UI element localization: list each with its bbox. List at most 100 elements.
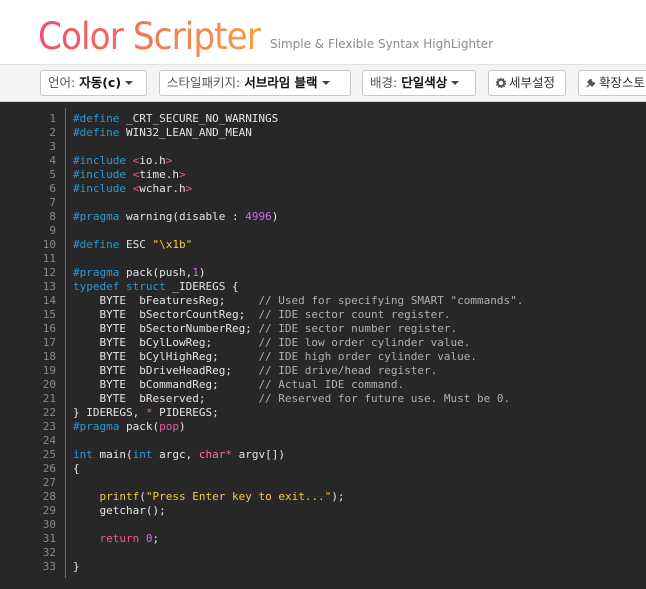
code-line: 5 #include <time.h> [0, 168, 646, 182]
code-line: 23 #pragma pack(pop) [0, 420, 646, 434]
code-token: // Reserved for future use. Must be 0. [258, 392, 511, 405]
header: Color Scripter Simple & Flexible Syntax … [0, 0, 646, 64]
code-token: argv[]) [231, 448, 285, 461]
detail-settings-label: 세부설정 [509, 75, 556, 90]
code-line: 26 { [0, 462, 646, 476]
code-token: ESC [119, 238, 153, 251]
code-line: 9 [0, 224, 646, 238]
code-text: #include <wchar.h> [73, 182, 192, 196]
code-line: 13 typedef struct _IDEREGS { [0, 280, 646, 294]
code-token: ) [178, 420, 186, 433]
code-token: getchar(); [73, 504, 166, 517]
line-number: 8 [49, 210, 56, 223]
chevron-down-icon [321, 80, 330, 85]
code-text: BYTE bCylHighReg; // IDE high order cyli… [73, 350, 477, 364]
line-number: 10 [42, 238, 56, 251]
style-package-select[interactable]: 스타일패키지: 서브라임 블랙 [159, 70, 351, 96]
detail-settings-button[interactable]: 세부설정 [488, 70, 566, 96]
line-number: 2 [49, 126, 56, 139]
line-number: 21 [42, 392, 56, 405]
code-line: 12 #pragma pack(push,1) [0, 266, 646, 280]
code-line: 15 BYTE bSectorCountReg; // IDE sector c… [0, 308, 646, 322]
line-number: 32 [42, 546, 56, 559]
code-token: BYTE bDriveHeadReg; [73, 364, 259, 377]
code-token: #include [73, 182, 126, 195]
code-text: typedef struct _IDEREGS { [73, 280, 239, 294]
gear-icon [496, 77, 506, 88]
code-line: 31 return 0; [0, 532, 646, 546]
line-number: 18 [42, 350, 56, 363]
extension-store-button[interactable]: 확장스토 [578, 70, 646, 96]
code-token: > [165, 154, 173, 167]
language-value: 자동(c) [79, 75, 122, 90]
line-number: 12 [42, 266, 56, 279]
line-number: 23 [42, 420, 56, 433]
code-token: pack( [119, 420, 160, 433]
code-editor[interactable]: 1 #define _CRT_SECURE_NO_WARNINGS 2 #define… [0, 102, 646, 589]
code-token: BYTE bCommandReg; [73, 378, 259, 391]
code-token: { [73, 462, 80, 475]
line-number: 14 [42, 294, 56, 307]
code-line: 4 #include <io.h> [0, 154, 646, 168]
code-token: // Actual IDE command. [258, 378, 405, 391]
code-text: #pragma pack(push,1) [73, 266, 205, 280]
code-text: BYTE bFeaturesReg; // Used for specifyin… [73, 294, 523, 308]
code-line: 11 [0, 252, 646, 266]
line-number: 11 [42, 252, 56, 265]
code-token: return [99, 532, 140, 545]
line-number: 17 [42, 336, 56, 349]
code-token: ( [139, 490, 146, 503]
logo[interactable]: Color Scripter [38, 14, 268, 58]
line-number: 15 [42, 308, 56, 321]
code-token: WIN32_LEAN_AND_MEAN [119, 126, 252, 139]
code-text: getchar(); [73, 504, 166, 518]
code-token: > [185, 182, 193, 195]
style-package-value: 서브라임 블랙 [244, 75, 318, 90]
code-token: #pragma [73, 210, 120, 223]
code-line: 22} IDEREGS, * PIDEREGS; [0, 406, 646, 420]
code-text: #include <io.h> [73, 154, 172, 168]
code-line: 7 [0, 196, 646, 210]
code-token: } IDEREGS, [73, 406, 146, 419]
code-token: time.h [139, 168, 179, 181]
line-number: 25 [42, 448, 56, 461]
background-label: 배경: [370, 75, 398, 90]
code-token: "Press Enter key to exit..." [145, 490, 332, 503]
code-token: } [73, 560, 80, 573]
code-text: int main(int argc, char* argv[]) [73, 448, 285, 462]
line-number: 30 [42, 518, 56, 531]
line-number: 26 [42, 462, 56, 475]
code-token: ) [198, 266, 206, 279]
code-line: 14 BYTE bFeaturesReg; // Used for specif… [0, 294, 646, 308]
code-text: #pragma warning(disable : 4996) [73, 210, 278, 224]
code-line: 21 BYTE bReserved; // Reserved for futur… [0, 392, 646, 406]
code-token: #pragma [73, 420, 120, 433]
background-select[interactable]: 배경: 단일색상 [362, 70, 476, 96]
code-token: #define [73, 238, 120, 251]
code-line: 29 getchar(); [0, 504, 646, 518]
code-token: PIDEREGS; [152, 406, 219, 419]
code-token: // IDE sector number register. [258, 322, 458, 335]
logo-text-graphic: Color Scripter [38, 15, 263, 58]
line-number: 29 [42, 504, 56, 517]
code-text: BYTE bSectorCountReg; // IDE sector coun… [73, 308, 450, 322]
code-text: #define _CRT_SECURE_NO_WARNINGS [73, 112, 278, 126]
language-select[interactable]: 언어: 자동(c) [40, 70, 147, 96]
code-token: 1 [192, 266, 199, 279]
code-line: 2 #define WIN32_LEAN_AND_MEAN [0, 126, 646, 140]
language-label: 언어: [48, 75, 76, 90]
code-token: char [198, 448, 226, 461]
code-token: ); [331, 490, 345, 503]
code-line: 25 int main(int argc, char* argv[]) [0, 448, 646, 462]
code-text: #define WIN32_LEAN_AND_MEAN [73, 126, 252, 140]
code-token: ) [271, 210, 279, 223]
code-line: 27 [0, 476, 646, 490]
code-token: > [178, 168, 186, 181]
code-line: 8 #pragma warning(disable : 4996) [0, 210, 646, 224]
code-token: #define [73, 112, 120, 125]
code-token: BYTE bFeaturesReg; [73, 294, 259, 307]
tagline: Simple & Flexible Syntax HighLighter [270, 37, 494, 51]
